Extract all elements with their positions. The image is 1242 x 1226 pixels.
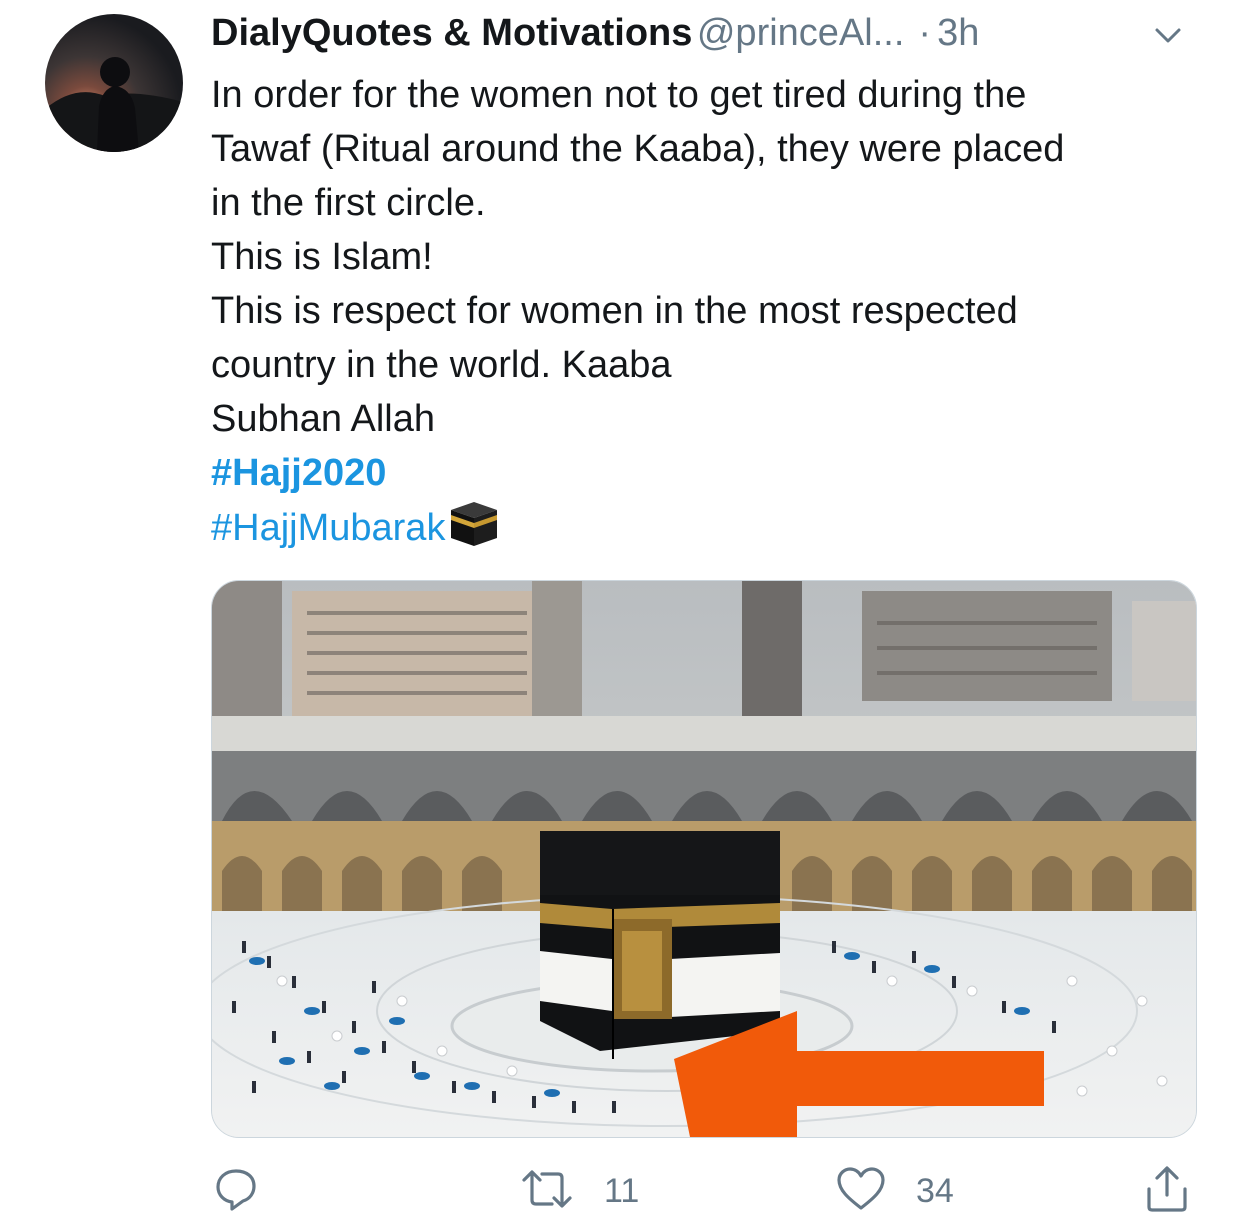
tweet-line: In order for the women not to get tired … — [211, 74, 1027, 116]
share-icon — [1144, 1165, 1190, 1218]
tweet-line: in the first circle. — [211, 182, 486, 224]
tweet: DialyQuotes & Motivations @princeAl... · 3… — [0, 0, 1242, 1226]
tweet-text: In order for the women not to get tired … — [211, 68, 1201, 563]
retweet-button[interactable]: 11 — [520, 1166, 639, 1216]
caret-down-icon[interactable] — [1154, 26, 1182, 46]
tweet-line: This is Islam! — [211, 236, 433, 278]
tweet-line: This is respect for women in the most re… — [211, 290, 1018, 332]
reply-icon — [213, 1166, 259, 1217]
retweet-count: 11 — [604, 1171, 640, 1210]
tweet-header: DialyQuotes & Motivations @princeAl... · 3… — [211, 12, 1202, 60]
tweet-image[interactable] — [211, 580, 1197, 1138]
share-button[interactable] — [1144, 1165, 1220, 1218]
hashtag-link[interactable]: #Hajj2020 — [211, 452, 386, 494]
avatar[interactable] — [45, 14, 183, 152]
author-handle[interactable]: @princeAl... — [697, 12, 905, 54]
tweet-time[interactable]: 3h — [937, 12, 979, 54]
like-count: 34 — [916, 1171, 954, 1210]
reply-button[interactable] — [213, 1166, 289, 1216]
like-button[interactable]: 34 — [836, 1166, 954, 1216]
tweet-line: Tawaf (Ritual around the Kaaba), they we… — [211, 128, 1065, 170]
like-icon — [836, 1166, 886, 1217]
tweet-line: Subhan Allah — [211, 398, 435, 440]
retweet-icon — [520, 1166, 574, 1217]
author-name[interactable]: DialyQuotes & Motivations — [211, 12, 692, 54]
kaaba-icon — [447, 500, 501, 563]
tweet-line: country in the world. Kaaba — [211, 344, 672, 386]
tweet-actions: 11 34 — [0, 1160, 1242, 1220]
hashtag-link[interactable]: #HajjMubarak — [211, 507, 445, 549]
separator-dot: · — [918, 12, 932, 54]
